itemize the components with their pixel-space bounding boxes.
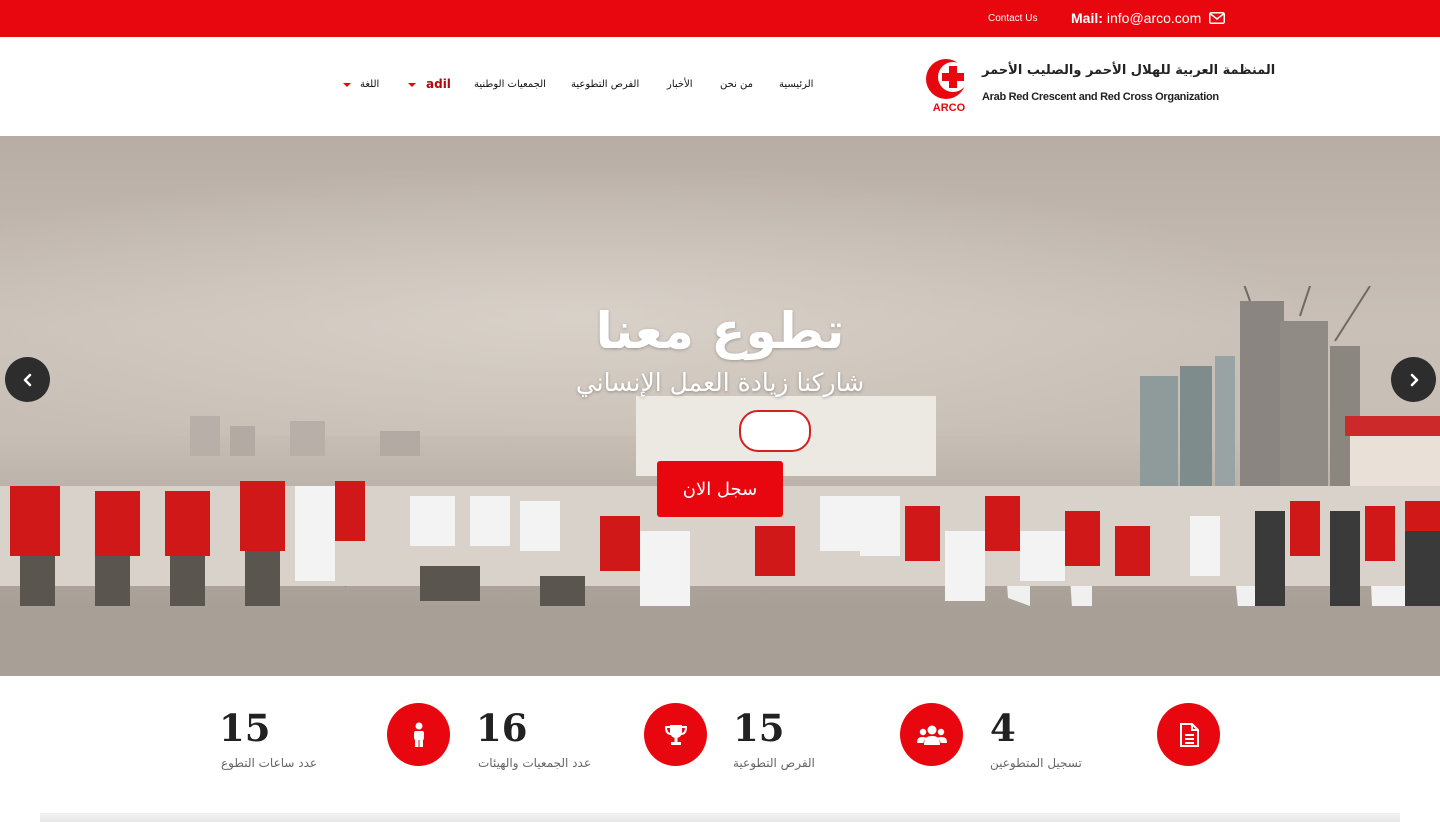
emblem-text: ARCO xyxy=(933,102,966,113)
stat-value-hours: 15 xyxy=(219,706,271,750)
nav-item-volunteer-opportunities[interactable]: الفرص التطوعية xyxy=(571,79,639,90)
nav-item-home[interactable]: الرئيسية xyxy=(779,79,813,90)
stat-icon-person xyxy=(387,703,450,766)
register-now-button[interactable]: سجل الان xyxy=(657,461,783,517)
mail-label: Mail: xyxy=(1071,10,1103,26)
users-icon xyxy=(916,725,947,745)
hero-ground xyxy=(0,606,1440,676)
logo-english-name: Arab Red Crescent and Red Cross Organiza… xyxy=(982,91,1219,103)
hero-slider: تطوع معنا شاركنا زيادة العمل الإنساني سج… xyxy=(0,136,1440,676)
language-caret-icon[interactable] xyxy=(343,83,351,87)
stat-value-societies: 16 xyxy=(476,706,528,750)
stat-label-volunteers: تسجيل المتطوعين xyxy=(990,756,1082,770)
stat-value-opportunities: 15 xyxy=(733,706,785,750)
stat-label-hours: عدد ساعات التطوع xyxy=(221,756,318,770)
logo-arabic-name: المنظمة العربية للهلال الأحمر والصليب ال… xyxy=(982,63,1276,78)
nav-item-national-societies[interactable]: الجمعيات الوطنية xyxy=(474,79,546,90)
user-caret-icon[interactable] xyxy=(408,83,416,87)
section-divider xyxy=(40,813,1400,822)
stat-icon-document xyxy=(1157,703,1220,766)
nav-item-news[interactable]: الأخبار xyxy=(667,79,693,90)
stat-icon-trophy xyxy=(644,703,707,766)
chevron-right-icon xyxy=(1410,373,1418,386)
slider-next-button[interactable] xyxy=(1391,357,1436,402)
hero-subtitle: شاركنا زيادة العمل الإنساني xyxy=(575,368,865,397)
hero-title: تطوع معنا xyxy=(595,302,845,360)
stats-section: 15 عدد ساعات التطوع 16 عدد الجمعيات واله… xyxy=(0,676,1440,822)
envelope-icon xyxy=(1209,12,1226,24)
language-menu[interactable]: اللغة xyxy=(360,79,379,90)
site-header: الرئيسية من نحن الأخبار الفرص التطوعية ا… xyxy=(0,37,1440,136)
arco-emblem-icon: ARCO xyxy=(926,59,968,113)
slider-prev-button[interactable] xyxy=(5,357,50,402)
nav-item-about[interactable]: من نحن xyxy=(720,79,753,90)
mail-link[interactable]: Mail: info@arco.com xyxy=(1071,10,1226,26)
trophy-icon xyxy=(664,724,687,745)
mail-address[interactable]: info@arco.com xyxy=(1107,10,1201,26)
stat-value-volunteers: 4 xyxy=(990,706,1016,750)
document-icon xyxy=(1179,722,1199,747)
user-menu[interactable]: adil xyxy=(426,77,451,91)
stat-icon-users xyxy=(900,703,963,766)
stat-label-societies: عدد الجمعيات والهيئات xyxy=(478,756,591,770)
main-nav: الرئيسية من نحن الأخبار الفرص التطوعية ا… xyxy=(0,77,1440,95)
contact-us-link[interactable]: Contact Us xyxy=(988,13,1037,24)
stat-label-opportunities: الفرص التطوعية xyxy=(733,756,815,770)
site-logo[interactable]: ARCO المنظمة العربية للهلال الأحمر والصل… xyxy=(922,55,1275,115)
person-icon xyxy=(413,722,424,747)
top-bar: Contact Us Mail: info@arco.com xyxy=(0,0,1440,37)
chevron-left-icon xyxy=(23,373,31,386)
